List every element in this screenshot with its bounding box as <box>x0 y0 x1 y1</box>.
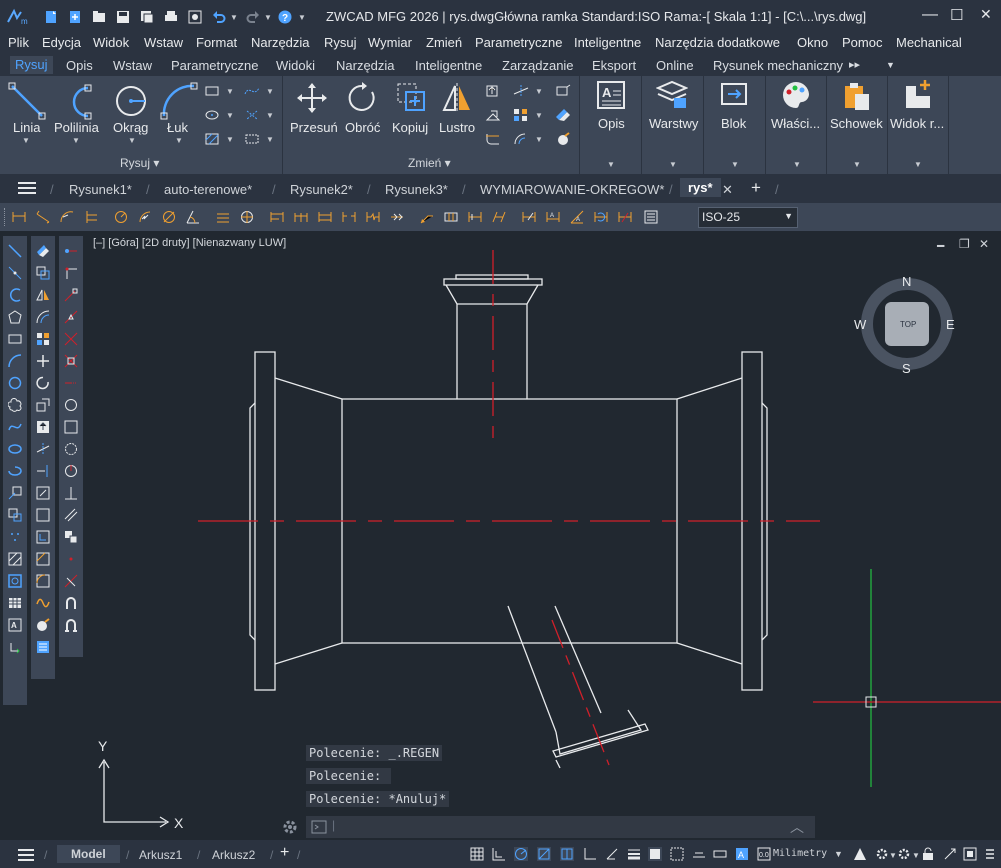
layout-tab-arkusz2[interactable]: Arkusz2 <box>212 848 255 862</box>
compass-w[interactable]: W <box>854 317 867 332</box>
ucs-x-label: X <box>174 815 184 831</box>
command-history-expand-icon[interactable]: ︿ <box>790 817 804 837</box>
settings-gear-icon[interactable] <box>897 847 911 861</box>
selection-cycling-icon[interactable] <box>670 847 684 861</box>
layout-tab-model[interactable]: Model <box>57 845 120 863</box>
dynamic-ucs-icon[interactable] <box>605 847 619 861</box>
command-settings-gear-icon[interactable] <box>282 819 298 835</box>
grid-icon[interactable] <box>470 847 484 861</box>
object-snap-tracking-icon[interactable] <box>560 847 574 861</box>
workspace-dropdown-icon[interactable]: ▼ <box>889 851 897 860</box>
lineweight-icon[interactable] <box>627 847 641 861</box>
view-cube[interactable]: TOP N S E W <box>852 270 960 378</box>
command-prompt-icon <box>311 820 327 834</box>
compass-s[interactable]: S <box>902 361 911 376</box>
layout-tab-arkusz1[interactable]: Arkusz1 <box>139 848 182 862</box>
units-label[interactable]: Milimetry <box>773 848 827 859</box>
drawing-canvas: Y X <box>98 250 1001 831</box>
snap-mode-icon[interactable] <box>492 847 506 861</box>
crosshair-cursor <box>813 569 1001 787</box>
add-layout-button[interactable]: + <box>280 844 289 862</box>
top-nozzle-face <box>455 274 529 280</box>
top-nozzle-walls <box>456 304 528 399</box>
object-snap-icon[interactable] <box>537 847 551 861</box>
svg-text:A: A <box>738 850 744 860</box>
lock-ui-icon[interactable] <box>921 847 935 861</box>
command-history-line-3: Polecenie: *Anuluj* <box>306 791 450 807</box>
ucs-icon <box>98 758 170 828</box>
ucs-y-label: Y <box>98 738 108 754</box>
command-history-line-1: Polecenie: _.REGEN <box>306 745 443 761</box>
command-input[interactable]: | ︿ <box>306 816 815 838</box>
status-bar: / Model / Arkusz1 / Arkusz2 / + / A 0.0 … <box>0 840 1001 868</box>
hardware-acceleration-icon[interactable] <box>943 847 957 861</box>
customize-status-icon[interactable] <box>983 847 997 861</box>
layout-menu-icon[interactable] <box>18 849 34 861</box>
polar-tracking-icon[interactable] <box>514 847 528 861</box>
transparency-icon[interactable] <box>648 847 662 861</box>
centerlines <box>198 250 820 766</box>
bottom-nozzle-face <box>555 759 561 769</box>
clean-screen-icon[interactable] <box>963 847 977 861</box>
isolate-icon[interactable] <box>692 847 706 861</box>
annotation-visibility-icon[interactable] <box>853 847 867 861</box>
view-cube-top-label[interactable]: TOP <box>900 320 916 329</box>
workspace-icon[interactable] <box>875 847 889 861</box>
dynamic-input-icon[interactable] <box>713 847 727 861</box>
settings-dropdown-icon[interactable]: ▼ <box>912 851 920 860</box>
top-nozzle-hub <box>445 284 539 305</box>
units-icon[interactable]: 0.0 <box>757 847 771 861</box>
annotation-scale-icon[interactable]: A <box>735 847 749 861</box>
svg-text:0.0: 0.0 <box>759 852 769 859</box>
units-dropdown-icon[interactable]: ▼ <box>834 849 843 859</box>
command-history-line-2: Polecenie: <box>306 768 392 784</box>
bottom-nozzle-hub <box>555 709 643 755</box>
ortho-icon[interactable] <box>583 847 597 861</box>
compass-n[interactable]: N <box>902 274 911 289</box>
compass-e[interactable]: E <box>946 317 955 332</box>
